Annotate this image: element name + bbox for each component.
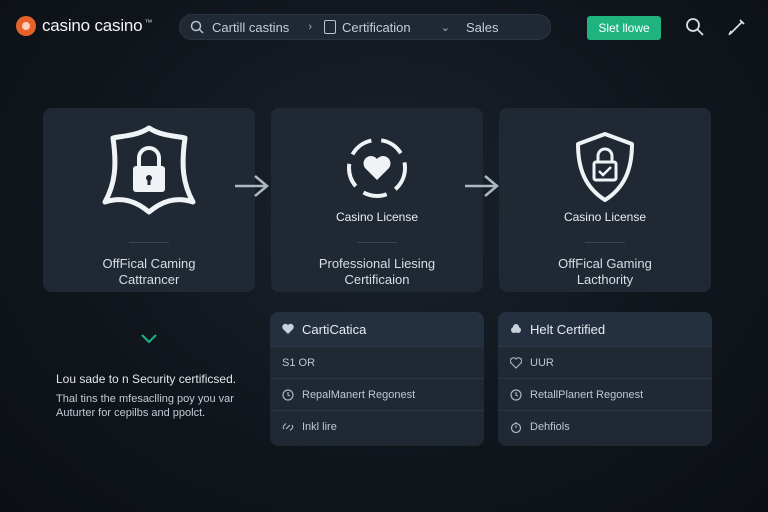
panel-row-label: Dehfiols (530, 420, 570, 433)
divider (129, 242, 169, 243)
sales-filter[interactable]: Sales (458, 15, 499, 39)
heart-badge-icon (271, 134, 483, 207)
clock-icon (282, 388, 294, 401)
trademark-mark: ™ (144, 17, 153, 27)
casino-chip-icon (16, 16, 36, 36)
step-caption-line1: OffFical Gaming (558, 256, 652, 271)
chip-stack-icon (511, 324, 521, 333)
security-text-line: Thal tins the mfesaclling poy you var (56, 393, 234, 405)
step-mid-label: Casino License (335, 210, 419, 224)
step-caption: OffFical Gaming Lacthority (499, 256, 711, 288)
sales-filter-label: Sales (466, 19, 499, 35)
chevron-down-icon: ⌄ (440, 21, 450, 34)
panel-row-label: UUR (530, 356, 554, 369)
panel-row-label: Inkl lire (302, 420, 337, 433)
top-header: casino casino ™ Cartill castins › Certif… (0, 0, 768, 54)
search-icon[interactable] (684, 16, 706, 38)
step-caption-line1: OffFical Caming (102, 256, 196, 271)
security-heading: Lou sade to n Security certificsed. (56, 372, 237, 386)
panel-row-label: RepalManert Regonest (302, 388, 416, 401)
step-caption: OffFical Caming Cattrancer (43, 256, 255, 288)
document-icon (324, 20, 336, 34)
panel-row-label: S1 OR (282, 356, 316, 369)
panel-title: CartiCatica (302, 321, 367, 337)
chevron-down-icon[interactable] (140, 333, 158, 345)
heart-icon (282, 323, 294, 334)
step-card-gaming-authority-license[interactable]: Casino License OffFical Gaming Lacthorit… (499, 108, 711, 292)
search-input[interactable]: Cartill castins (212, 20, 289, 35)
shield-lock-icon (43, 122, 255, 223)
panel-row[interactable]: UUR (498, 346, 712, 378)
cta-button[interactable]: Slet llowe (587, 16, 661, 40)
certified-panel: Helt Certified UUR RetallPlanert Regones… (498, 312, 712, 446)
brand-logo[interactable]: casino casino ™ (16, 16, 152, 36)
search-icon (190, 20, 204, 34)
panel-row[interactable]: S1 OR (270, 346, 484, 378)
panel-row[interactable]: RepalManert Regonest (270, 378, 484, 410)
brand-name: casino casino (42, 16, 143, 35)
security-note: Lou sade to n Security certificsed. Thal… (56, 372, 256, 420)
certification-panel: CartiCatica S1 OR RepalManert Regonest I… (270, 312, 484, 446)
step-caption: Professional Liesing Certificaion (271, 256, 483, 288)
security-text-line: Auturter for cepilbs and ppolct. (56, 407, 206, 419)
panel-row[interactable]: Inkl lire (270, 410, 484, 442)
shield-lock-icon (499, 130, 711, 209)
panel-row[interactable]: RetallPlanert Regonest (498, 378, 712, 410)
panel-title: Helt Certified (530, 321, 606, 337)
step-card-professional-licensing[interactable]: Casino License Professional Liesing Cert… (271, 108, 483, 292)
search-segment[interactable]: Cartill castins › (180, 15, 318, 39)
certification-filter[interactable]: Certification ⌄ (318, 15, 458, 39)
pen-tool-icon[interactable] (726, 16, 748, 38)
panel-row-label: RetallPlanert Regonest (530, 388, 644, 401)
panel-header[interactable]: Helt Certified (498, 312, 712, 346)
search-filter-bar: Cartill castins › Certification ⌄ Sales (179, 14, 551, 40)
clock-icon (510, 388, 522, 401)
chevron-right-icon: › (308, 21, 312, 33)
step-caption-line2: Lacthority (576, 272, 634, 287)
arrow-right-icon (465, 175, 499, 197)
step-caption-line2: Cattrancer (118, 272, 180, 287)
divider (357, 242, 397, 243)
step-mid-label: Casino License (563, 210, 647, 224)
panel-header[interactable]: CartiCatica (270, 312, 484, 346)
link-icon (282, 422, 294, 431)
step-card-gaming-authority[interactable]: OffFical Caming Cattrancer (43, 108, 255, 292)
divider (585, 242, 625, 243)
step-caption-line2: Certificaion (344, 272, 410, 287)
heart-icon (510, 356, 522, 369)
certification-filter-label: Certification (342, 19, 411, 35)
panel-row[interactable]: Dehfiols (498, 410, 712, 442)
step-caption-line1: Professional Liesing (318, 256, 436, 271)
arrow-right-icon (235, 175, 269, 197)
timer-icon (510, 421, 522, 433)
